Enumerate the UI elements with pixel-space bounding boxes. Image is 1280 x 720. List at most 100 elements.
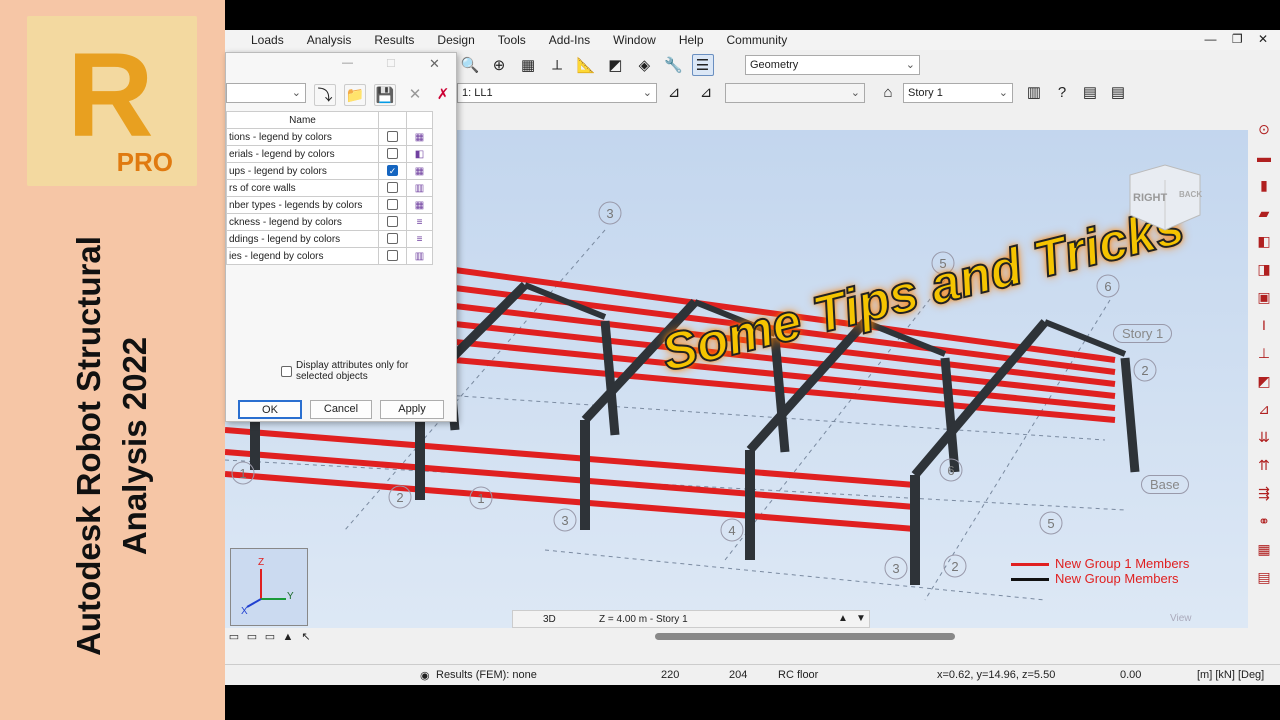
minimize-icon[interactable]: —: [342, 57, 353, 69]
support-display-icon[interactable]: ▲: [280, 629, 296, 645]
attribute-checkbox[interactable]: [387, 131, 398, 143]
offset-icon[interactable]: ⊿: [1253, 398, 1275, 420]
query-2-icon[interactable]: ⊿: [695, 82, 717, 104]
attribute-checkbox[interactable]: [387, 199, 398, 211]
save-icon[interactable]: 💾: [374, 84, 396, 106]
menu-tools[interactable]: Tools: [486, 30, 537, 50]
attribute-row[interactable]: nber types - legends by colors ▦: [226, 196, 433, 214]
menu-analysis[interactable]: Analysis: [295, 30, 363, 50]
menu-design[interactable]: Design: [425, 30, 485, 50]
cube-face-back[interactable]: BACK: [1179, 190, 1202, 199]
table-2-icon[interactable]: ▤: [1107, 82, 1129, 104]
units[interactable]: [m] [kN] [Deg]: [1197, 669, 1264, 681]
wrench-icon[interactable]: 🔧: [662, 55, 684, 77]
query-icon[interactable]: ⊿: [663, 82, 685, 104]
level-up-icon[interactable]: ▲: [838, 613, 848, 624]
attribute-icon: ≡: [406, 230, 433, 248]
load-case-combo[interactable]: 1: LL1 ⌄: [457, 83, 657, 103]
numbers-icon[interactable]: ▭: [244, 629, 260, 645]
menu-results[interactable]: Results: [362, 30, 425, 50]
node-icon[interactable]: ⊙: [1253, 118, 1275, 140]
attribute-row[interactable]: ckness - legend by colors ≡: [226, 213, 433, 231]
secondary-combo[interactable]: ⌄: [725, 83, 865, 103]
apply-button[interactable]: Apply: [380, 400, 444, 419]
grid-icon[interactable]: ▦: [1253, 538, 1275, 560]
attribute-row[interactable]: ddings - legend by colors ≡: [226, 230, 433, 248]
attribute-checkbox[interactable]: [387, 148, 398, 160]
reset-icon[interactable]: ✗: [432, 84, 454, 106]
close-icon[interactable]: ✕: [429, 56, 440, 72]
link-icon[interactable]: ⚭: [1253, 510, 1275, 532]
bar-icon[interactable]: ▬: [1253, 146, 1275, 168]
table-icon[interactable]: ▤: [1079, 82, 1101, 104]
open-folder-icon[interactable]: 📁: [344, 84, 366, 106]
grid-label: 3: [892, 561, 899, 576]
window-controls[interactable]: — ❐ ✕: [1205, 32, 1274, 46]
menu-window[interactable]: Window: [601, 30, 667, 50]
load-3-icon[interactable]: ⇶: [1253, 482, 1275, 504]
attribute-row[interactable]: tions - legend by colors ▦: [226, 128, 433, 146]
grid-label: 6: [947, 463, 954, 478]
section-display-icon[interactable]: ▭: [262, 629, 278, 645]
load-2-icon[interactable]: ⇈: [1253, 454, 1275, 476]
cube-face-right[interactable]: RIGHT: [1133, 192, 1167, 204]
panel-icon[interactable]: ▰: [1253, 202, 1275, 224]
level-down-icon[interactable]: ▼: [856, 613, 866, 624]
menu-help[interactable]: Help: [667, 30, 715, 50]
attribute-icon: ≡: [406, 213, 433, 231]
model-icon[interactable]: ◈: [633, 55, 655, 77]
story-icon[interactable]: ⌂: [877, 82, 899, 104]
attribute-row[interactable]: ies - legend by colors ▥: [226, 247, 433, 265]
grid-label: 1: [477, 491, 484, 506]
horizontal-scrollbar[interactable]: [655, 633, 955, 640]
table-icon[interactable]: ▤: [1253, 566, 1275, 588]
toolbar-row-2: 1: LL1 ⌄ ⊿ ⊿ ⌄ ⌂ Story 1 ⌄ ▥ ? ▤ ▤: [457, 80, 1280, 106]
attribute-checkbox[interactable]: ✓: [387, 165, 398, 177]
supports-icon[interactable]: ⟂: [546, 55, 568, 77]
layout-icon[interactable]: ☰: [691, 54, 714, 76]
story-manager-icon[interactable]: ▥: [1023, 82, 1045, 104]
column-icon[interactable]: ▮: [1253, 174, 1275, 196]
view-mode[interactable]: 3D: [543, 614, 556, 625]
level-selector[interactable]: Z = 4.00 m - Story 1: [599, 614, 688, 625]
attribute-checkbox[interactable]: [387, 216, 398, 228]
measure-icon[interactable]: 📐: [575, 55, 597, 77]
display-selected-only-option[interactable]: Display attributes only for selected obj…: [281, 360, 408, 382]
menu-add-ins[interactable]: Add-Ins: [537, 30, 601, 50]
menu-community[interactable]: Community: [715, 30, 799, 50]
attribute-row[interactable]: rs of core walls ▥: [226, 179, 433, 197]
node-count: 220: [661, 669, 680, 681]
solid-2-icon[interactable]: ◨: [1253, 258, 1275, 280]
attribute-checkbox[interactable]: [387, 233, 398, 245]
display-selected-only-checkbox[interactable]: [281, 366, 292, 377]
attribute-row[interactable]: erials - legend by colors ◧: [226, 145, 433, 163]
column-member[interactable]: [1120, 357, 1140, 473]
support-icon[interactable]: ⊥: [1253, 342, 1275, 364]
loads-icon[interactable]: ◩: [604, 55, 626, 77]
load-icon[interactable]: ⇊: [1253, 426, 1275, 448]
solid-icon[interactable]: ◧: [1253, 230, 1275, 252]
cancel-button[interactable]: Cancel: [310, 400, 372, 419]
help-icon[interactable]: ?: [1051, 82, 1073, 104]
release-icon[interactable]: ◩: [1253, 370, 1275, 392]
views-icon[interactable]: ▦: [517, 55, 539, 77]
column-member[interactable]: [600, 320, 620, 436]
layout-combo[interactable]: Geometry ⌄: [745, 55, 920, 75]
i-beam-icon[interactable]: I: [1253, 314, 1275, 336]
display-icon[interactable]: ▭: [226, 629, 242, 645]
template-combo[interactable]: ⌄: [226, 83, 306, 103]
view-cube[interactable]: RIGHT BACK: [1125, 160, 1205, 235]
ok-button[interactable]: OK: [238, 400, 302, 419]
column-member[interactable]: [940, 357, 960, 473]
cursor-icon: ↖: [301, 631, 311, 643]
import-icon[interactable]: ⤵: [314, 84, 336, 106]
attribute-checkbox[interactable]: [387, 250, 398, 262]
zoom-window-icon[interactable]: ⊕: [488, 55, 510, 77]
menu-loads[interactable]: Loads: [239, 30, 295, 50]
zoom-icon[interactable]: 🔍: [459, 55, 481, 77]
story-combo[interactable]: Story 1 ⌄: [903, 83, 1013, 103]
attribute-checkbox[interactable]: [387, 182, 398, 194]
delete-icon[interactable]: ✕: [404, 84, 426, 106]
attribute-row[interactable]: ups - legend by colors ✓ ▦: [226, 162, 433, 180]
section-icon[interactable]: ▣: [1253, 286, 1275, 308]
